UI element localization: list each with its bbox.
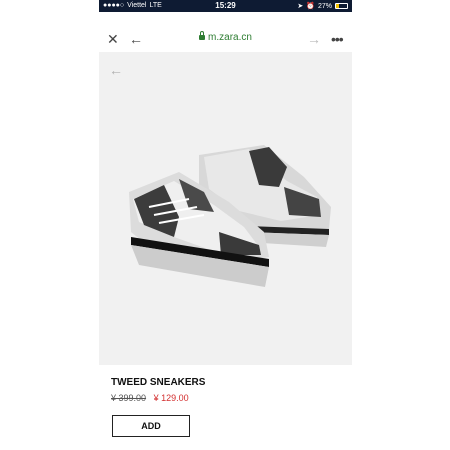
- original-price: ¥ 399.00: [111, 393, 147, 403]
- browser-toolbar: ✕ ← m.zara.cn → •••: [99, 26, 352, 53]
- status-right: ➤ ⏰ 27%: [297, 2, 348, 10]
- sneakers-image: [129, 145, 331, 287]
- sale-price: ¥ 129.00: [153, 393, 189, 403]
- gallery-back-icon[interactable]: ←: [109, 62, 123, 78]
- alarm-icon: ⏰: [306, 3, 315, 10]
- battery-level: [336, 4, 339, 8]
- location-icon: ➤: [297, 3, 304, 10]
- price-row: ¥ 399.00 ¥ 129.00: [111, 393, 189, 403]
- status-bar: ●●●●○ Viettel LTE 15:29 ➤ ⏰ 27%: [99, 0, 352, 12]
- add-to-cart-button[interactable]: ADD: [112, 415, 190, 437]
- product-info: TWEED SNEAKERS ¥ 399.00 ¥ 129.00 ADD: [99, 365, 352, 450]
- arrow-right-icon[interactable]: →: [307, 30, 321, 48]
- url-text: m.zara.cn: [208, 32, 252, 43]
- battery-percent: 27%: [317, 2, 332, 10]
- battery-icon: [335, 3, 348, 9]
- lock-icon: [199, 31, 206, 40]
- more-icon[interactable]: •••: [331, 30, 344, 48]
- product-title: TWEED SNEAKERS: [111, 377, 206, 388]
- phone-screen: ●●●●○ Viettel LTE 15:29 ➤ ⏰ 27% ✕ ← m.za…: [99, 0, 352, 450]
- product-gallery[interactable]: ←: [99, 52, 352, 365]
